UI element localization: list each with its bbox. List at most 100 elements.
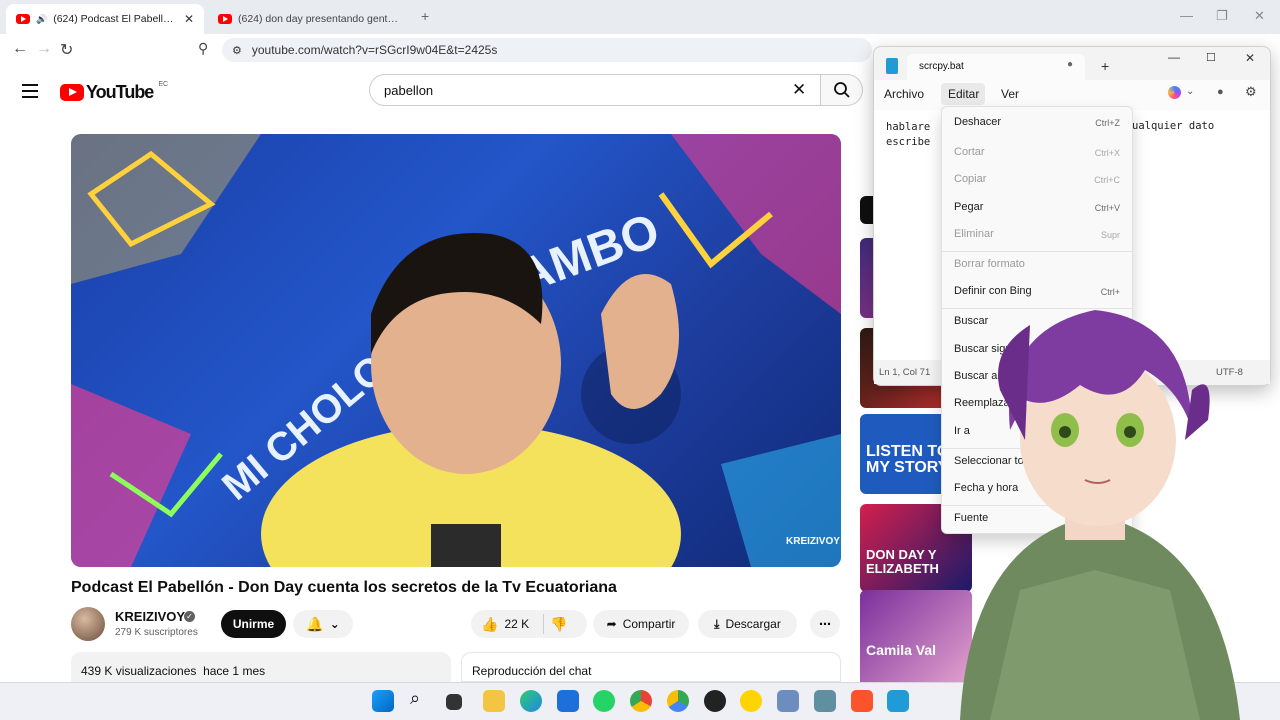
video-player[interactable]: SAMBO MI CHOLO KREIZIVOY: [71, 134, 841, 567]
task-view-icon[interactable]: [446, 694, 462, 710]
bookmark-icon[interactable]: ⚲: [198, 40, 208, 57]
share-button[interactable]: ➦ Compartir: [593, 610, 689, 638]
whatsapp-icon[interactable]: [593, 690, 615, 712]
menu-item-label: Copiar: [954, 173, 987, 185]
taskbar-search-icon[interactable]: ⌕: [410, 688, 420, 709]
menu-item-label: Deshacer: [954, 116, 1002, 128]
bell-icon: 🔔: [306, 615, 324, 632]
notepad-tab[interactable]: scrcpy.bat ●: [907, 54, 1085, 80]
more-actions-icon[interactable]: ⋯: [810, 610, 840, 638]
forward-icon[interactable]: →: [36, 40, 52, 58]
search-value: pabellon: [384, 82, 434, 98]
menu-item-copiar[interactable]: Copiar Ctrl+C: [942, 173, 1132, 191]
clear-search-icon[interactable]: ✕: [792, 80, 806, 100]
copilot-icon[interactable]: [1168, 86, 1181, 99]
edge-icon[interactable]: [520, 690, 542, 712]
view-count: 439 K visualizaciones: [81, 664, 197, 678]
menu-separator: [942, 251, 1132, 252]
site-settings-icon[interactable]: ⚙: [232, 44, 242, 57]
thumbs-up-icon[interactable]: 👍: [481, 616, 498, 633]
settings-app-icon[interactable]: [814, 690, 836, 712]
account-icon[interactable]: ●: [1217, 86, 1224, 98]
browser-tab[interactable]: (624) don day presentando gente ec: [208, 4, 408, 34]
video-description-box[interactable]: 439 K visualizaciones hace 1 mes: [71, 652, 451, 682]
editor-line: escribe: [886, 136, 931, 148]
youtube-logo[interactable]: YouTube EC: [60, 81, 169, 103]
menu-item-shortcut: Ctrl+V: [1094, 203, 1120, 213]
download-label: Descargar: [725, 617, 781, 631]
browser-tab-active[interactable]: 🔊 (624) Podcast El Pabellón - Do ✕: [6, 4, 204, 34]
reload-icon[interactable]: ↻: [60, 40, 73, 60]
notepad-new-tab-icon[interactable]: +: [1101, 58, 1109, 74]
chrome-icon[interactable]: [630, 690, 652, 712]
youtube-wordmark: YouTube: [86, 82, 154, 102]
upload-date: hace 1 mes: [203, 664, 266, 678]
search-input[interactable]: pabellon: [369, 74, 821, 106]
youtube-favicon-icon: [16, 14, 30, 24]
visual-studio-icon[interactable]: [777, 690, 799, 712]
norton-icon[interactable]: [740, 690, 762, 712]
subscriber-count: 279 K suscriptores: [115, 627, 198, 638]
notepad-taskbar-icon[interactable]: [887, 690, 909, 712]
youtube-favicon-icon: [218, 14, 232, 24]
search-icon: [833, 82, 850, 98]
video-title: Podcast El Pabellón - Don Day cuenta los…: [71, 579, 617, 596]
verified-check-icon: ✓: [184, 611, 195, 622]
menu-archivo[interactable]: Archivo: [884, 87, 924, 101]
maximize-icon[interactable]: ❐: [1216, 8, 1228, 24]
store-icon[interactable]: [557, 690, 579, 712]
file-explorer-icon[interactable]: [483, 690, 505, 712]
menu-item-cortar[interactable]: Cortar Ctrl+X: [942, 146, 1132, 164]
channel-avatar[interactable]: [71, 607, 105, 641]
menu-ver[interactable]: Ver: [1001, 87, 1019, 101]
address-bar[interactable]: ⚙ youtube.com/watch?v=rSGcrI9w04E&t=2425…: [222, 38, 872, 62]
settings-gear-icon[interactable]: ⚙: [1245, 84, 1257, 100]
video-watermark: KREIZIVOY: [786, 536, 840, 547]
chrome-alt-icon[interactable]: [667, 690, 689, 712]
back-icon[interactable]: ←: [12, 40, 28, 58]
chat-replay-box[interactable]: Reproducción del chat: [461, 652, 841, 682]
minimize-icon[interactable]: —: [1180, 8, 1193, 23]
notepad-minimize-icon[interactable]: —: [1168, 50, 1180, 64]
notepad-maximize-icon[interactable]: ☐: [1206, 51, 1216, 64]
notepad-close-icon[interactable]: ✕: [1245, 51, 1255, 65]
menu-item-label: Cortar: [954, 146, 985, 158]
menu-item-deshacer[interactable]: Deshacer Ctrl+Z: [942, 116, 1132, 134]
menu-item-borrar-formato[interactable]: Borrar formato: [942, 258, 1132, 276]
menu-item-pegar[interactable]: Pegar Ctrl+V: [942, 201, 1132, 219]
url-text: youtube.com/watch?v=rSGcrI9w04E&t=2425s: [251, 43, 498, 57]
download-button[interactable]: ⤓ Descargar: [698, 610, 797, 638]
menu-item-eliminar[interactable]: Eliminar Supr: [942, 228, 1132, 246]
editor-line: hablare: [886, 121, 931, 133]
share-arrow-icon: ➦: [606, 617, 617, 631]
notifications-button[interactable]: 🔔 ⌄: [293, 610, 353, 638]
like-dislike-group[interactable]: 👍 22 K 👎: [471, 610, 587, 638]
channel-name[interactable]: KREIZIVOY: [115, 609, 185, 624]
editor-line-fragment: ualquier dato: [1132, 120, 1215, 132]
menu-item-shortcut: Supr: [1100, 230, 1120, 240]
menu-item-label: Eliminar: [954, 228, 994, 240]
new-tab-button[interactable]: +: [421, 8, 429, 24]
menu-item-shortcut: Ctrl+Z: [1095, 118, 1120, 128]
download-icon: ⤓: [714, 616, 720, 631]
menu-icon[interactable]: [22, 84, 38, 102]
chevron-down-icon[interactable]: ⌄: [1186, 86, 1194, 97]
obs-icon[interactable]: [704, 690, 726, 712]
thumbs-down-icon[interactable]: 👎: [550, 616, 567, 633]
menu-item-shortcut: Ctrl+C: [1094, 175, 1120, 185]
youtube-play-icon: [60, 84, 84, 101]
chat-replay-label: Reproducción del chat: [472, 664, 592, 678]
brave-icon[interactable]: [851, 690, 873, 712]
notepad-app-icon: [886, 58, 898, 74]
share-label: Compartir: [622, 617, 676, 631]
windows-start-icon[interactable]: [372, 690, 394, 712]
search-button[interactable]: [821, 74, 863, 106]
country-code: EC: [158, 81, 169, 88]
join-button[interactable]: Unirme: [221, 610, 286, 638]
cursor-position: Ln 1, Col 71: [879, 367, 931, 378]
unsaved-dot-icon[interactable]: ●: [1067, 59, 1073, 70]
menu-editar[interactable]: Editar: [948, 87, 979, 101]
notepad-tab-title: scrcpy.bat: [919, 61, 964, 72]
close-tab-icon[interactable]: ✕: [184, 12, 194, 26]
close-window-icon[interactable]: ✕: [1254, 8, 1265, 24]
